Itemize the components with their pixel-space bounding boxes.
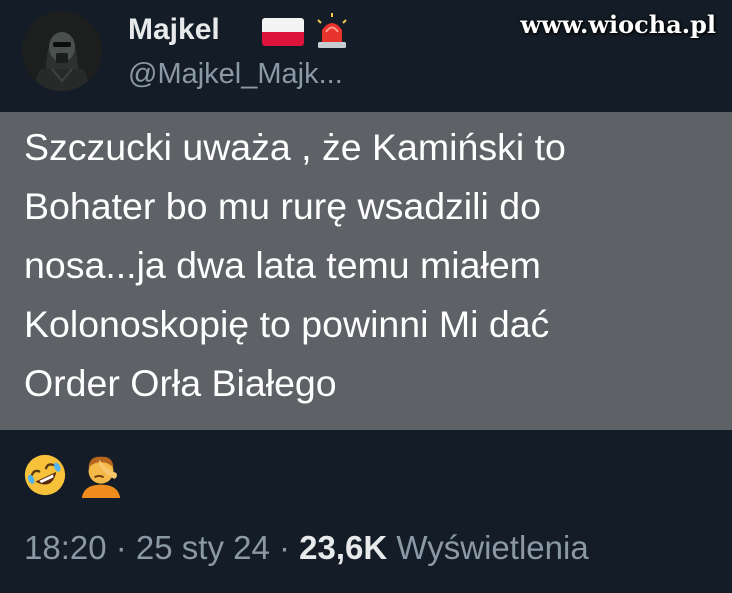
meta-separator: ·	[106, 529, 136, 566]
tweet-line: Order Orła Białego	[24, 362, 337, 404]
tweet-line: nosa...ja dwa lata temu miałem	[24, 244, 541, 286]
police-siren-icon	[317, 13, 347, 48]
tweet-line: Kolonoskopię to powinni Mi dać	[24, 303, 550, 345]
avatar[interactable]	[22, 11, 102, 91]
tweet-text: Szczucki uważa , że Kamiński to Bohater …	[24, 118, 724, 413]
tweet-line: Bohater bo mu rurę wsadzili do	[24, 185, 541, 227]
author-handle[interactable]: @Majkel_Majk...	[128, 56, 343, 92]
views-count: 23,6K	[299, 529, 388, 566]
tweet-time[interactable]: 18:20	[24, 529, 107, 566]
tweet-card: Majkel @Majkel_Majk... www.wiocha.pl Szc…	[0, 0, 732, 593]
views-label: Wyświetlenia	[396, 529, 589, 566]
meta-separator: ·	[269, 529, 300, 566]
tweet-date[interactable]: 25 sty 24	[136, 529, 270, 566]
site-watermark: www.wiocha.pl	[520, 10, 716, 39]
masked-figure-avatar-icon	[22, 11, 102, 91]
tweet-line: Szczucki uważa , że Kamiński to	[24, 126, 566, 168]
tweet-meta: 18:20 · 25 sty 24 · 23,6K Wyświetlenia	[24, 526, 589, 570]
person-facepalming-icon	[81, 456, 121, 498]
poland-flag-icon	[262, 18, 304, 46]
rolling-on-floor-laughing-icon	[24, 454, 66, 496]
author-display-name[interactable]: Majkel	[128, 10, 220, 50]
